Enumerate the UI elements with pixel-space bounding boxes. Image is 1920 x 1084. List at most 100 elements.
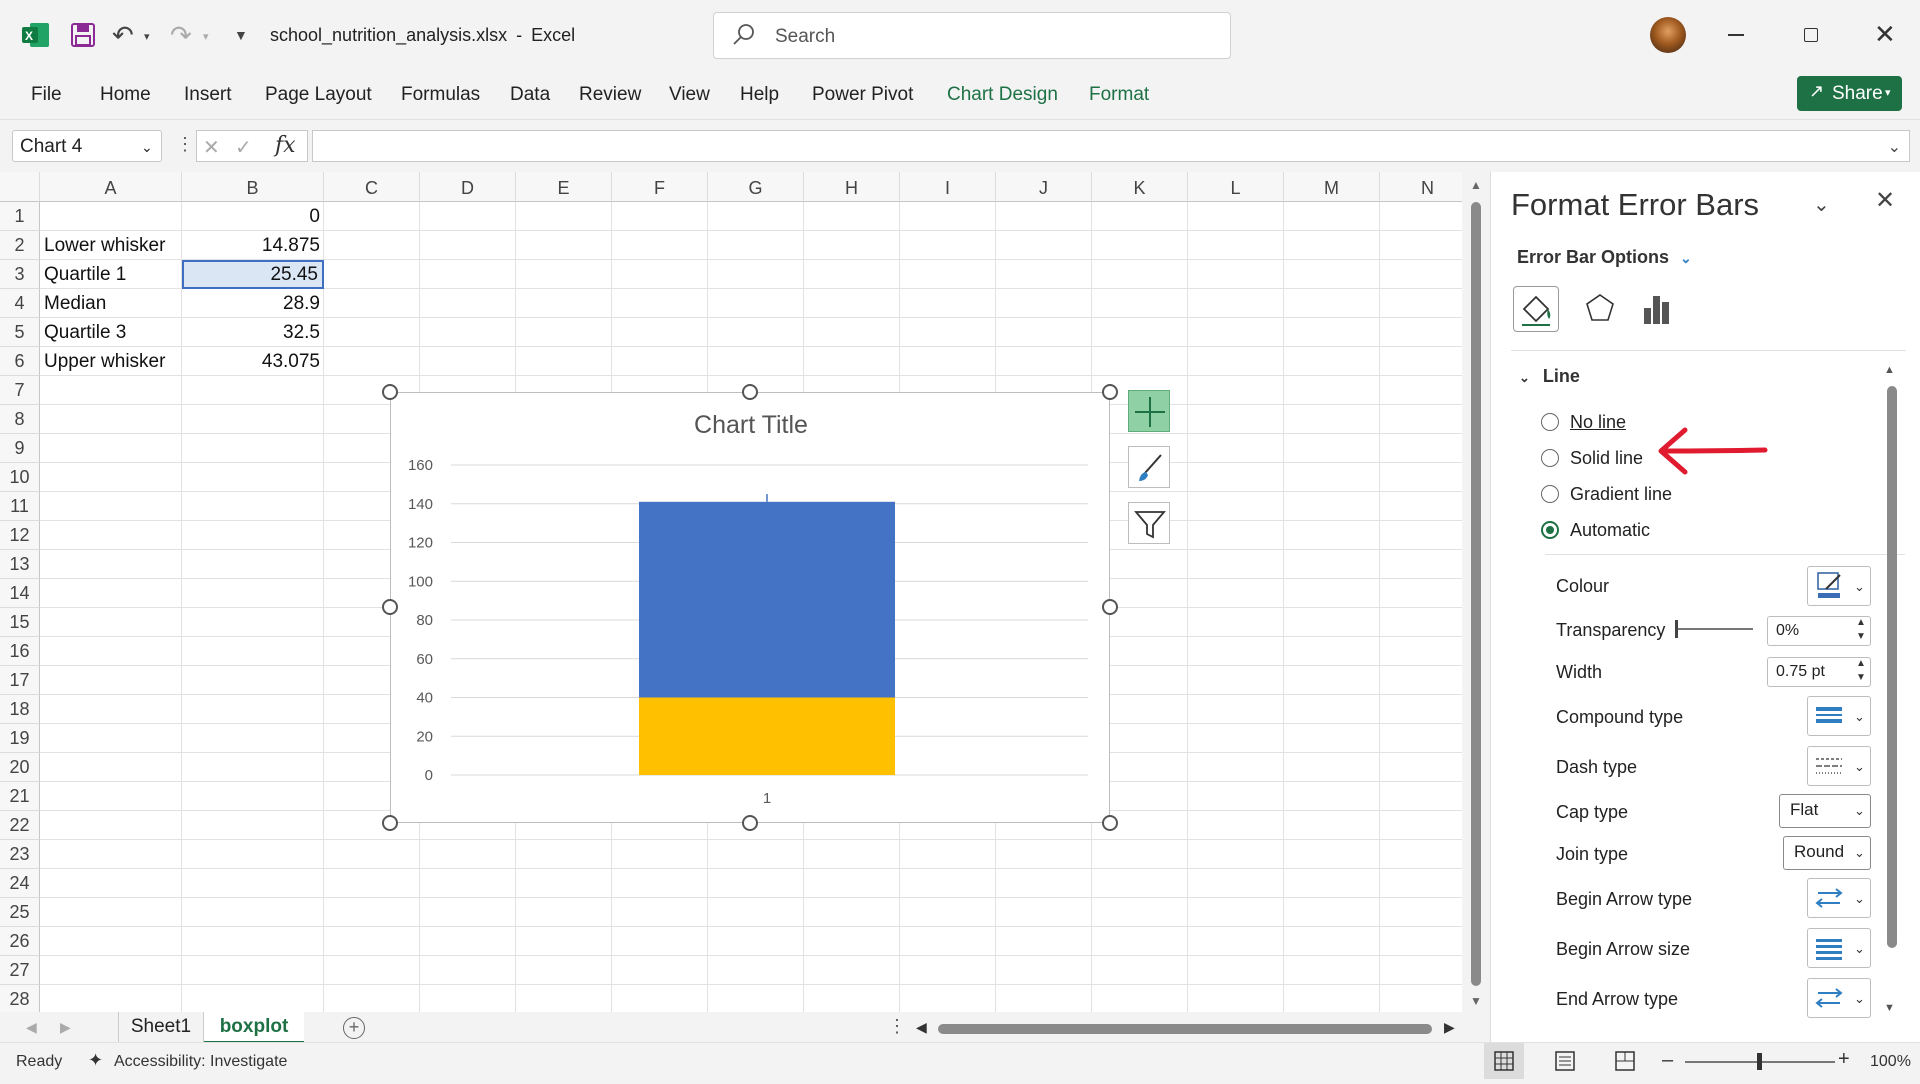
row-header-23[interactable]: 23 xyxy=(0,840,40,869)
name-box-dropdown-icon[interactable]: ⌄ xyxy=(141,139,153,156)
redo-dropdown-icon[interactable]: ▾ xyxy=(203,30,209,43)
zoom-slider-thumb[interactable] xyxy=(1757,1053,1762,1070)
sheet-tab-boxplot[interactable]: boxplot xyxy=(204,1012,304,1044)
tab-page-layout[interactable]: Page Layout xyxy=(265,84,372,106)
formula-input[interactable]: ⌄ xyxy=(312,130,1910,162)
row-header-12[interactable]: 12 xyxy=(0,521,40,550)
begin-arrow-type-dropdown[interactable]: ⌄ xyxy=(1807,878,1871,918)
row-header-6[interactable]: 6 xyxy=(0,347,40,376)
spin-up-icon[interactable]: ▲ xyxy=(1856,617,1866,628)
zoom-out-icon[interactable]: – xyxy=(1662,1049,1673,1072)
cell-b6[interactable]: 43.075 xyxy=(182,347,324,376)
error-bar-options-dropdown[interactable]: Error Bar Options ⌄ xyxy=(1517,247,1692,268)
save-icon[interactable] xyxy=(70,22,96,48)
chart-styles-button[interactable] xyxy=(1128,446,1170,488)
chart-filters-button[interactable] xyxy=(1128,502,1170,544)
cell-b2[interactable]: 14.875 xyxy=(182,231,324,260)
column-header-a[interactable]: A xyxy=(40,172,182,202)
row-header-16[interactable]: 16 xyxy=(0,637,40,666)
minimize-icon[interactable] xyxy=(1728,34,1744,36)
solid-line-label[interactable]: Solid line xyxy=(1570,448,1643,469)
fill-line-tab[interactable] xyxy=(1513,286,1559,332)
share-button[interactable]: ↗ Share ▾ xyxy=(1797,76,1902,111)
transparency-slider-thumb[interactable] xyxy=(1675,620,1678,638)
tab-view[interactable]: View xyxy=(669,84,710,106)
normal-view-button[interactable] xyxy=(1484,1043,1524,1079)
column-header-i[interactable]: I xyxy=(900,172,996,202)
formula-bar-options-icon[interactable]: ⋮ xyxy=(176,134,194,155)
row-header-24[interactable]: 24 xyxy=(0,869,40,898)
tab-insert[interactable]: Insert xyxy=(184,84,232,106)
pane-options-icon[interactable]: ⌄ xyxy=(1813,192,1830,217)
row-header-18[interactable]: 18 xyxy=(0,695,40,724)
undo-icon[interactable]: ↶ xyxy=(112,20,134,51)
resize-handle-br[interactable] xyxy=(1102,815,1118,831)
zoom-level[interactable]: 100% xyxy=(1870,1053,1911,1071)
width-spin-down-icon[interactable]: ▼ xyxy=(1856,672,1866,683)
transparency-slider[interactable] xyxy=(1675,620,1753,638)
column-header-e[interactable]: E xyxy=(516,172,612,202)
cancel-icon[interactable]: ✕ xyxy=(203,135,220,160)
next-sheet-icon[interactable]: ▶ xyxy=(60,1019,71,1036)
resize-handle-ml[interactable] xyxy=(382,599,398,615)
row-header-9[interactable]: 9 xyxy=(0,434,40,463)
cell-a2[interactable]: Lower whisker xyxy=(40,231,182,260)
line-section-header[interactable]: ⌄ Line xyxy=(1519,366,1580,387)
tab-formulas[interactable]: Formulas xyxy=(401,84,480,106)
accessibility-icon[interactable]: ✦ xyxy=(88,1050,103,1071)
tab-power-pivot[interactable]: Power Pivot xyxy=(812,84,913,106)
bar-series-2[interactable] xyxy=(639,501,895,698)
column-header-k[interactable]: K xyxy=(1092,172,1188,202)
no-line-label[interactable]: No line xyxy=(1570,412,1626,433)
row-header-21[interactable]: 21 xyxy=(0,782,40,811)
end-arrow-type-dropdown[interactable]: ⌄ xyxy=(1807,978,1871,1018)
row-header-2[interactable]: 2 xyxy=(0,231,40,260)
chart-area[interactable]: Chart Title 0 20 40 60 80 100 120 140 160 1 xyxy=(390,392,1110,823)
cell-b4[interactable]: 28.9 xyxy=(182,289,324,318)
column-header-j[interactable]: J xyxy=(996,172,1092,202)
undo-dropdown-icon[interactable]: ▾ xyxy=(144,30,150,43)
insert-function-icon[interactable]: fx xyxy=(275,133,296,158)
spin-down-icon[interactable]: ▼ xyxy=(1856,631,1866,642)
row-header-22[interactable]: 22 xyxy=(0,811,40,840)
enter-icon[interactable]: ✓ xyxy=(235,135,252,160)
resize-handle-bm[interactable] xyxy=(742,815,758,831)
row-header-3[interactable]: 3 xyxy=(0,260,40,289)
gradient-line-label[interactable]: Gradient line xyxy=(1570,484,1672,505)
row-header-7[interactable]: 7 xyxy=(0,376,40,405)
automatic-radio[interactable] xyxy=(1541,521,1559,539)
colour-picker[interactable]: ⌄ xyxy=(1807,566,1871,606)
bar-series-1[interactable] xyxy=(639,697,895,776)
dash-type-dropdown[interactable]: ⌄ xyxy=(1807,746,1871,786)
row-header-14[interactable]: 14 xyxy=(0,579,40,608)
name-box[interactable]: Chart 4 ⌄ xyxy=(12,130,162,162)
scroll-down-icon[interactable]: ▼ xyxy=(1470,994,1482,1008)
row-header-20[interactable]: 20 xyxy=(0,753,40,782)
scroll-right-icon[interactable]: ▶ xyxy=(1444,1019,1455,1036)
pane-scroll-down-icon[interactable]: ▼ xyxy=(1884,1002,1895,1014)
scroll-up-icon[interactable]: ▲ xyxy=(1470,178,1482,192)
chart-plot[interactable]: 0 20 40 60 80 100 120 140 160 1 xyxy=(391,393,1111,824)
expand-formula-icon[interactable]: ⌄ xyxy=(1888,137,1901,157)
row-header-1[interactable]: 1 xyxy=(0,202,40,231)
column-header-l[interactable]: L xyxy=(1188,172,1284,202)
cell-a4[interactable]: Median xyxy=(40,289,182,318)
zoom-in-icon[interactable]: + xyxy=(1838,1048,1850,1071)
scroll-left-icon[interactable]: ◀ xyxy=(916,1019,927,1036)
compound-type-dropdown[interactable]: ⌄ xyxy=(1807,696,1871,736)
cell-a3[interactable]: Quartile 1 xyxy=(40,260,182,289)
add-sheet-button[interactable]: + xyxy=(343,1017,365,1039)
column-header-m[interactable]: M xyxy=(1284,172,1380,202)
automatic-label[interactable]: Automatic xyxy=(1570,520,1650,541)
tab-data[interactable]: Data xyxy=(510,84,550,106)
search-box[interactable]: Search xyxy=(713,12,1231,59)
no-line-radio[interactable] xyxy=(1541,413,1559,431)
tab-split-handle-icon[interactable]: ⋮ xyxy=(888,1016,906,1037)
join-type-dropdown[interactable]: Round ⌄ xyxy=(1783,836,1871,870)
effects-tab[interactable] xyxy=(1577,286,1623,332)
tab-file[interactable]: File xyxy=(31,84,62,106)
tab-review[interactable]: Review xyxy=(579,84,641,106)
vertical-scroll-thumb[interactable] xyxy=(1471,202,1481,986)
width-spin-up-icon[interactable]: ▲ xyxy=(1856,658,1866,669)
error-bar-options-tab[interactable] xyxy=(1633,286,1679,332)
